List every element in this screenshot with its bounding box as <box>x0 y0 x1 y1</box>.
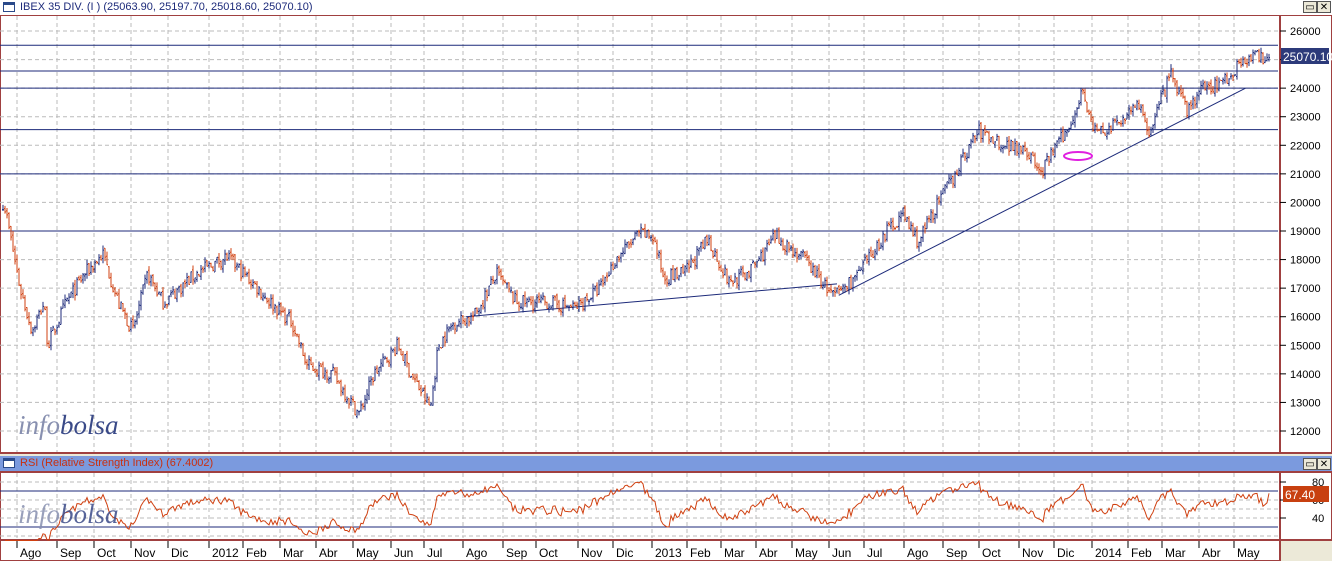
month-label: Jun <box>394 546 413 560</box>
price-plot-area <box>0 14 1281 454</box>
last-rsi-label: 67.40 <box>1285 488 1315 502</box>
price-tick-label: 12000 <box>1290 426 1321 438</box>
month-label: Nov <box>134 546 155 560</box>
price-tick-label: 14000 <box>1290 369 1321 381</box>
month-label: Ago <box>466 546 488 560</box>
rsi-restore-button[interactable]: ▭ <box>1303 458 1317 470</box>
month-label: 2014 <box>1095 546 1122 560</box>
close-button[interactable]: ✕ <box>1317 1 1331 13</box>
month-label: May <box>1237 546 1260 560</box>
month-label: Mar <box>724 546 745 560</box>
price-tick-label: 18000 <box>1290 255 1321 267</box>
window-icon <box>3 458 15 468</box>
month-label: May <box>795 546 818 560</box>
month-label: Sep <box>946 546 968 560</box>
restore-button[interactable]: ▭ <box>1303 1 1317 13</box>
month-label: Feb <box>246 546 267 560</box>
price-tick-label: 21000 <box>1290 169 1321 181</box>
rsi-tick-label: 40 <box>1312 513 1324 525</box>
price-tick-label: 13000 <box>1290 397 1321 409</box>
month-label: Dic <box>1057 546 1074 560</box>
rsi-close-button[interactable]: ✕ <box>1317 458 1331 470</box>
price-bar <box>1220 79 1222 81</box>
month-label: Abr <box>759 546 778 560</box>
price-tick-label: 17000 <box>1290 283 1321 295</box>
time-axis <box>0 539 1281 561</box>
last-price-label: 25070.10 <box>1283 50 1332 64</box>
month-label: Feb <box>1131 546 1152 560</box>
price-tick-label: 15000 <box>1290 340 1321 352</box>
price-tick-label: 22000 <box>1290 140 1321 152</box>
chart-canvas: 26000 24000 23000 22000 21000 20000 19000 18000… <box>0 0 1332 561</box>
month-label: Ago <box>907 546 929 560</box>
price-tick-label: 19000 <box>1290 226 1321 238</box>
rsi-watermark-logo: infobolsa <box>18 499 119 529</box>
rsi-panel-title: RSI (Relative Strength Index) (67.4002) <box>20 457 214 469</box>
rsi-panel-header: RSI (Relative Strength Index) (67.4002) <box>0 456 1332 471</box>
month-label: Dic <box>171 546 188 560</box>
watermark-logo: infobolsa <box>18 410 119 440</box>
month-label: Sep <box>506 546 528 560</box>
month-label: Mar <box>283 546 304 560</box>
month-label: Jul <box>427 546 442 560</box>
month-label: Abr <box>1202 546 1221 560</box>
price-panel-title: IBEX 35 DIV. (I ) (25063.90, 25197.70, 2… <box>20 1 313 13</box>
month-label: 2012 <box>212 546 239 560</box>
month-label: Ago <box>20 546 42 560</box>
price-tick-label: 24000 <box>1290 83 1321 95</box>
month-label: Nov <box>581 546 602 560</box>
month-label: Nov <box>1022 546 1043 560</box>
month-label: Mar <box>1165 546 1186 560</box>
month-label: Dic <box>616 546 633 560</box>
month-label: Oct <box>982 546 1001 560</box>
month-label: May <box>356 546 379 560</box>
month-label: Oct <box>97 546 116 560</box>
window-icon <box>3 2 15 12</box>
month-label: Jul <box>867 546 882 560</box>
price-tick-label: 20000 <box>1290 197 1321 209</box>
month-label: Jun <box>832 546 851 560</box>
month-label: 2013 <box>655 546 682 560</box>
month-label: Oct <box>539 546 558 560</box>
price-panel-header: IBEX 35 DIV. (I ) (25063.90, 25197.70, 2… <box>0 0 1332 15</box>
price-tick-label: 23000 <box>1290 112 1321 124</box>
price-tick-label: 26000 <box>1290 26 1321 38</box>
price-tick-label: 16000 <box>1290 312 1321 324</box>
month-label: Sep <box>60 546 82 560</box>
month-label: Feb <box>690 546 711 560</box>
month-label: Abr <box>319 546 338 560</box>
